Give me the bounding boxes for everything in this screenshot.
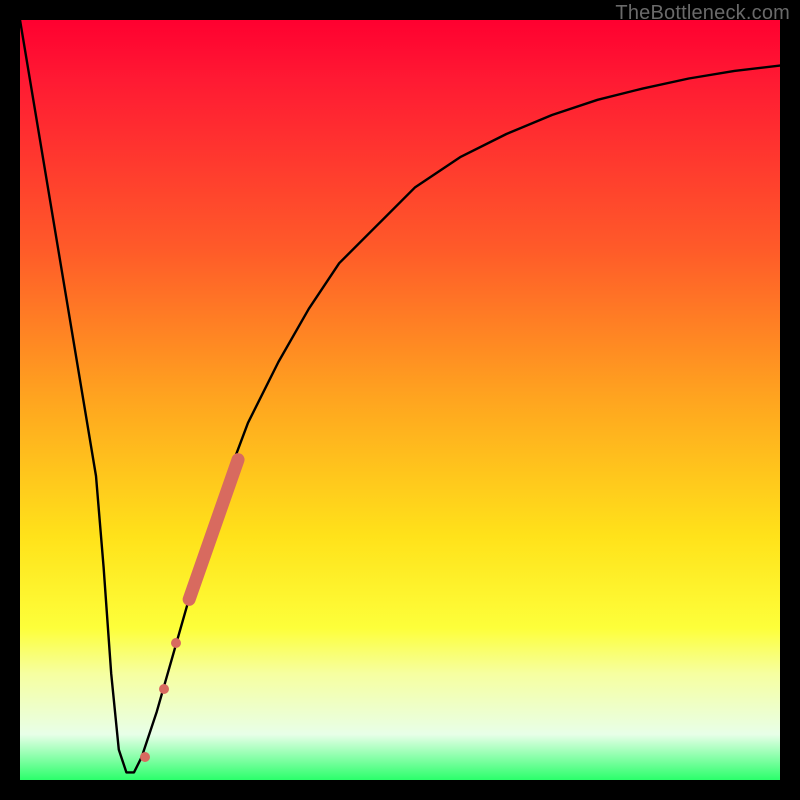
- bottleneck-curve: [20, 20, 780, 780]
- plot-area: [20, 20, 780, 780]
- marker-dot: [171, 638, 181, 648]
- chart-frame: TheBottleneck.com: [0, 0, 800, 800]
- watermark-label: TheBottleneck.com: [615, 2, 790, 25]
